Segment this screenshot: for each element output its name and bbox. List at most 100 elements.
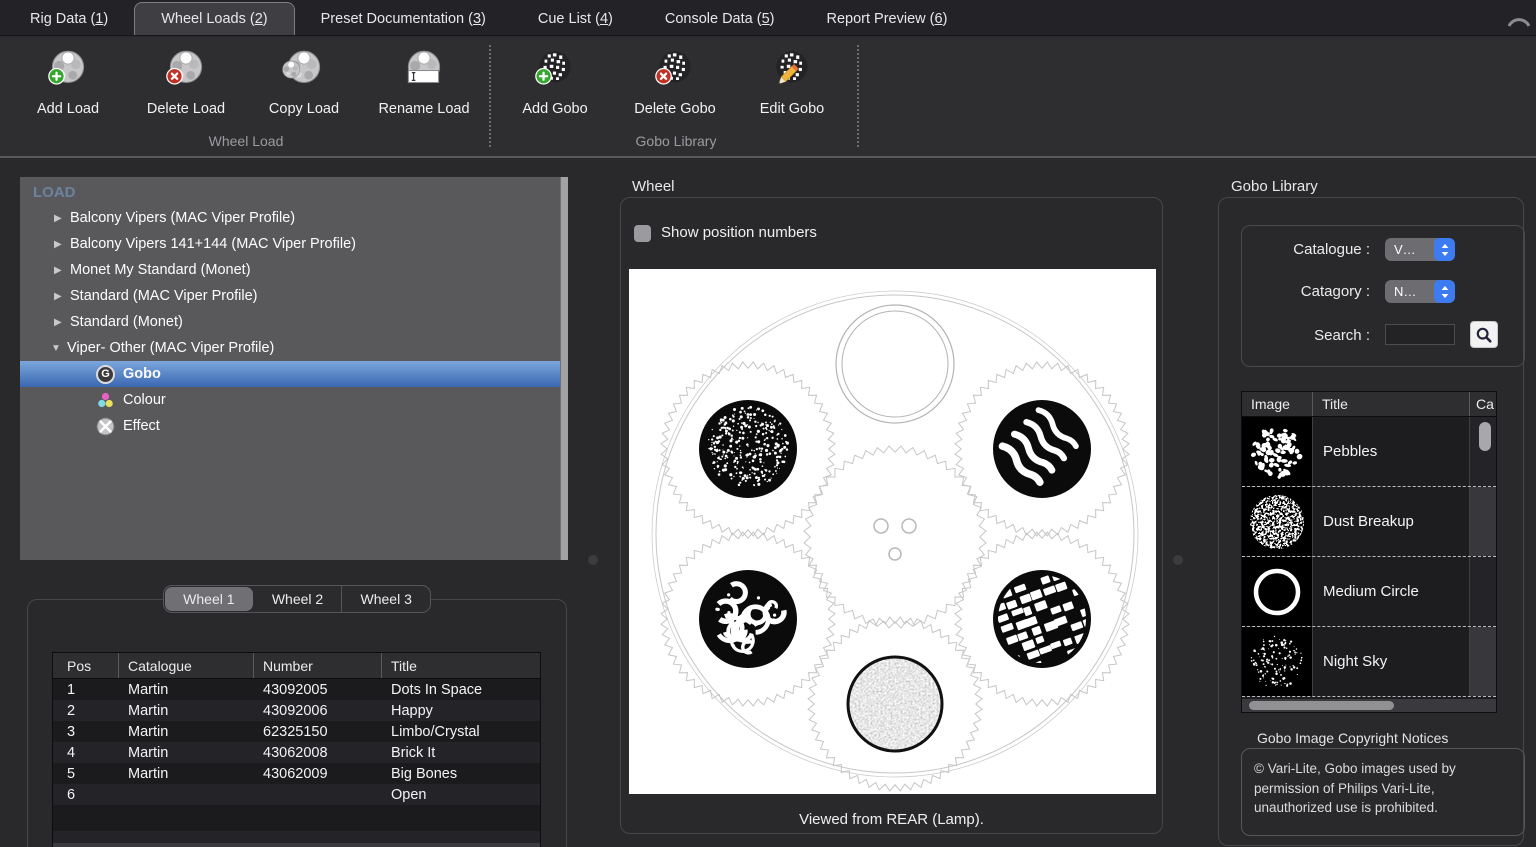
- tree-item-balcony-vipers[interactable]: ▶Balcony Vipers (MAC Viper Profile): [20, 205, 568, 231]
- cell-pos: 3: [53, 721, 119, 742]
- tree-item-gobo[interactable]: G Gobo: [20, 361, 568, 387]
- load-tree-header: LOAD: [20, 177, 568, 205]
- toolbar-button-label: Edit Gobo: [733, 101, 851, 117]
- tab-console-data[interactable]: Console Data (5): [639, 2, 801, 35]
- wheel-panel-title: Wheel: [632, 178, 675, 195]
- tab-accel: 1: [95, 11, 103, 27]
- tab-report-preview[interactable]: Report Preview (6): [801, 2, 974, 35]
- tab-rig-data[interactable]: Rig Data (1): [4, 2, 134, 35]
- tab-cue-list[interactable]: Cue List (4): [512, 2, 639, 35]
- catalogue-value: V…: [1385, 242, 1434, 257]
- table-row[interactable]: 2Martin43092006Happy: [53, 700, 540, 721]
- cell-number: 43092005: [254, 679, 382, 700]
- tree-item-colour[interactable]: Colour: [20, 387, 568, 413]
- search-button[interactable]: [1470, 321, 1498, 348]
- splitter-handle[interactable]: [588, 555, 598, 565]
- tree-item-label: Balcony Vipers (MAC Viper Profile): [70, 210, 295, 226]
- table-row[interactable]: 3Martin62325150Limbo/Crystal: [53, 721, 540, 742]
- tab-accel: 2: [255, 11, 263, 27]
- wheel-tab-bar: Wheel 1 Wheel 2 Wheel 3: [163, 585, 431, 613]
- table-horizontal-scrollbar[interactable]: [53, 843, 540, 847]
- tree-scrollbar[interactable]: [560, 177, 568, 560]
- column-header-pos[interactable]: Pos: [53, 653, 119, 678]
- wheel-caption: Viewed from REAR (Lamp).: [621, 811, 1162, 828]
- catalogue-dropdown[interactable]: V…: [1385, 238, 1455, 261]
- wheel-rename-icon: [399, 45, 449, 95]
- tree-item-balcony-vipers-141-144[interactable]: ▶Balcony Vipers 141+144 (MAC Viper Profi…: [20, 231, 568, 257]
- wheel-add-icon: [43, 45, 93, 95]
- wheel-load-table: Pos Catalogue Number Title 1Martin430920…: [52, 652, 541, 847]
- tab-accel: 6: [934, 11, 942, 27]
- tree-item-viper-other[interactable]: ▼Viper- Other (MAC Viper Profile): [20, 335, 568, 361]
- table-row[interactable]: 4Martin43062008Brick It: [53, 742, 540, 763]
- tree-item-label: Colour: [123, 392, 166, 408]
- toolbar-separator: [489, 45, 491, 147]
- column-header-number[interactable]: Number: [254, 653, 382, 678]
- gobo-row-night-sky[interactable]: Night Sky: [1242, 627, 1496, 697]
- gobo-row-pebbles[interactable]: Pebbles: [1242, 417, 1496, 487]
- tree-item-label: Standard (Monet): [70, 314, 183, 330]
- scrollbar-thumb[interactable]: [1479, 422, 1491, 451]
- splitter-handle[interactable]: [1173, 555, 1183, 565]
- disclosure-triangle-icon[interactable]: ▶: [54, 265, 70, 276]
- category-value: N…: [1385, 284, 1434, 299]
- gobo-table-horizontal-scrollbar[interactable]: [1242, 699, 1496, 712]
- tree-item-standard-mac-viper[interactable]: ▶Standard (MAC Viper Profile): [20, 283, 568, 309]
- disclosure-triangle-icon[interactable]: ▶: [54, 213, 70, 224]
- table-header-row: Pos Catalogue Number Title: [53, 653, 540, 679]
- delete-gobo-button[interactable]: Delete Gobo: [616, 45, 734, 117]
- corner-curve-decoration: [1506, 6, 1532, 28]
- tab-preset-documentation[interactable]: Preset Documentation (3): [295, 2, 512, 35]
- disclosure-triangle-icon[interactable]: ▶: [54, 239, 70, 250]
- tab-label: Report Preview (: [827, 11, 935, 27]
- copy-load-button[interactable]: Copy Load: [245, 45, 363, 117]
- gobo-library-table: Image Title Ca Pebbles Dust Breakup Medi…: [1241, 391, 1497, 713]
- disclosure-triangle-icon[interactable]: ▼: [51, 343, 67, 354]
- gobo-thumbnail: [1242, 557, 1313, 626]
- tab-wheel-1[interactable]: Wheel 1: [165, 587, 253, 611]
- cell-catalogue: Martin: [119, 721, 254, 742]
- gobo-table-vertical-scrollbar[interactable]: [1478, 417, 1492, 698]
- load-tree: LOAD ▶Balcony Vipers (MAC Viper Profile)…: [20, 177, 568, 560]
- toolbar-button-label: Copy Load: [245, 101, 363, 117]
- tab-label: Wheel Loads (: [161, 11, 255, 27]
- gobo-thumbnail: [1242, 487, 1313, 556]
- add-load-button[interactable]: Add Load: [9, 45, 127, 117]
- tree-item-effect[interactable]: Effect: [20, 413, 568, 439]
- search-input[interactable]: [1385, 324, 1455, 345]
- add-gobo-button[interactable]: Add Gobo: [496, 45, 614, 117]
- category-dropdown[interactable]: N…: [1385, 280, 1455, 303]
- delete-load-button[interactable]: Delete Load: [127, 45, 245, 117]
- gobo-title: Medium Circle: [1313, 557, 1470, 626]
- column-header-title[interactable]: Title: [382, 653, 540, 678]
- rename-load-button[interactable]: Rename Load: [365, 45, 483, 117]
- table-row[interactable]: 1Martin43092005Dots In Space: [53, 679, 540, 700]
- disclosure-triangle-icon[interactable]: ▶: [54, 317, 70, 328]
- cell-pos: 2: [53, 700, 119, 721]
- edit-gobo-button[interactable]: Edit Gobo: [733, 45, 851, 117]
- show-position-numbers-checkbox[interactable]: [634, 225, 651, 242]
- tab-wheel-loads[interactable]: Wheel Loads (2): [134, 2, 294, 35]
- table-row-empty: [53, 831, 540, 843]
- column-header-image[interactable]: Image: [1242, 392, 1313, 416]
- tab-label: ): [943, 11, 948, 27]
- tab-wheel-2[interactable]: Wheel 2: [254, 586, 342, 612]
- gobo-delete-icon: [650, 45, 700, 95]
- gobo-library-panel: Catalogue : V… Catagory : N… Search : Im…: [1218, 197, 1524, 846]
- tab-wheel-3[interactable]: Wheel 3: [341, 586, 430, 612]
- table-row[interactable]: 5Martin43062009Big Bones: [53, 763, 540, 784]
- gobo-row-medium-circle[interactable]: Medium Circle: [1242, 557, 1496, 627]
- tab-accel: 3: [473, 11, 481, 27]
- column-header-catalogue[interactable]: Catalogue: [119, 653, 254, 678]
- search-label: Search :: [1260, 327, 1370, 344]
- table-row[interactable]: 6Open: [53, 784, 540, 805]
- category-label: Catagory :: [1260, 283, 1370, 300]
- copyright-notices-text: © Vari-Lite, Gobo images used by permiss…: [1241, 748, 1525, 836]
- scrollbar-thumb[interactable]: [1249, 701, 1394, 710]
- column-header-catalogue[interactable]: Ca: [1470, 392, 1496, 416]
- tree-item-monet-my-standard[interactable]: ▶Monet My Standard (Monet): [20, 257, 568, 283]
- column-header-title[interactable]: Title: [1313, 392, 1470, 416]
- disclosure-triangle-icon[interactable]: ▶: [54, 291, 70, 302]
- tree-item-standard-monet[interactable]: ▶Standard (Monet): [20, 309, 568, 335]
- gobo-row-dust-breakup[interactable]: Dust Breakup: [1242, 487, 1496, 557]
